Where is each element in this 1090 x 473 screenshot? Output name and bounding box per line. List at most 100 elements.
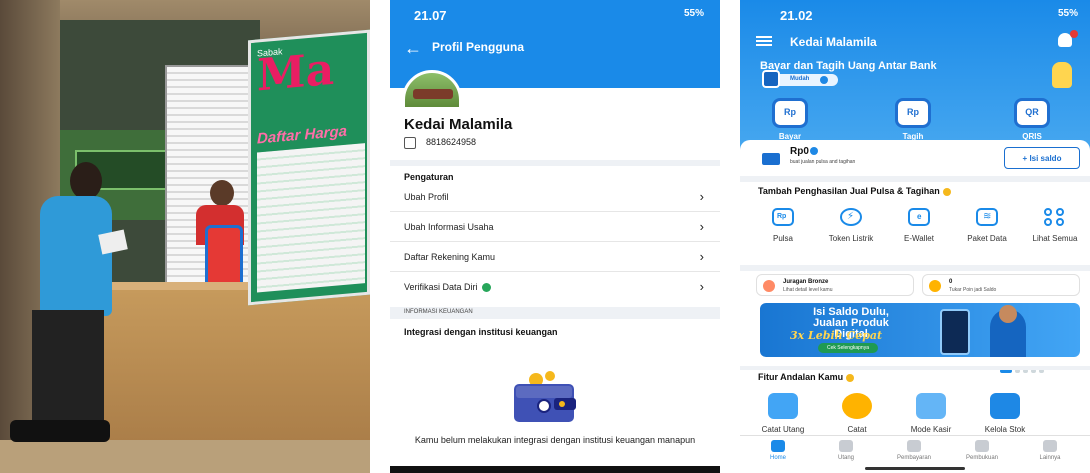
home-header: 21.02 55% Kedai Malamila Bayar dan Tagih… [740,0,1090,160]
icon-text: Rp [907,107,919,117]
wifi-icon: ≋ [976,208,998,226]
level-title: Juragan Bronze [783,279,829,285]
nav-utang[interactable]: Utang [816,440,876,461]
level-card[interactable]: Juragan Bronze Lihat detail level kamu [756,274,914,296]
profile-screen: 21.07 55% ← Profil Pengguna Kedai Malami… [390,0,720,473]
feature-label: Catat [847,425,867,434]
bookkeeping-icon [975,440,989,452]
menu-ubah-profil[interactable]: Ubah Profil › [390,184,720,212]
icon-glyph: ≋ [983,211,992,222]
wallet-icon [514,371,576,422]
services-header-text: Tambah Penghasilan Jual Pulsa & Tagihan [758,186,940,196]
menu-ubah-informasi-usaha[interactable]: Ubah Informasi Usaha › [390,214,720,242]
seller-head [210,180,234,206]
icon-glyph: Rp [777,213,787,220]
coin-icon [929,280,941,292]
payment-icon [907,440,921,452]
feature-catat-utang[interactable]: Catat Utang [752,393,814,434]
card-icon [762,153,780,165]
service-e-wallet[interactable]: e E-Wallet [888,208,950,244]
menu-daftar-rekening[interactable]: Daftar Rekening Kamu › [390,244,720,272]
icon-glyph: e [917,212,922,221]
icon-glyph: ⚡ [847,211,855,222]
store-name: Kedai Malamila [404,116,513,133]
nav-home[interactable]: Home [748,440,808,461]
battery-status: 55% [1057,8,1078,19]
level-subtitle: Lihat detail level kamu [783,287,833,293]
menu-label: Ubah Informasi Usaha [404,222,494,232]
more-icon [1043,440,1057,452]
menu-label: Daftar Rekening Kamu [404,252,496,262]
system-bar [390,466,720,473]
banner-logo: Ma [257,43,335,102]
status-time: 21.07 [414,8,447,23]
divider [740,265,1090,271]
stock-icon [990,393,1020,419]
nav-label: Pembayaran [896,455,932,461]
qr-code-icon: QR [1014,98,1050,128]
icon-text: Rp [784,107,796,117]
icon-text: QR [1025,107,1039,117]
feature-mode-kasir[interactable]: Mode Kasir [900,393,962,434]
back-arrow-icon[interactable]: ← [404,38,422,59]
feature-label: Catat Utang [761,425,805,434]
service-token-listrik[interactable]: ⚡ Token Listrik [820,208,882,244]
menu-icon[interactable] [756,36,772,46]
topup-button[interactable]: + Isi saldo [1004,147,1080,169]
cashier-icon [916,393,946,419]
settings-header: Pengaturan [404,172,454,182]
menu-label: Ubah Profil [404,192,449,202]
coin-icon [842,393,872,419]
menu-verifikasi-data[interactable]: Verifikasi Data Diri › [390,274,720,302]
service-label: Token Listrik [828,234,874,243]
services-header: Tambah Penghasilan Jual Pulsa & Tagihan [758,186,951,196]
chevron-right-icon: › [699,189,704,204]
points-card[interactable]: 0 Tukar Poin jadi Saldo [922,274,1080,296]
verified-check-icon [481,283,491,293]
action-qris[interactable]: QR QRIS [1002,98,1062,141]
divider [740,366,1090,370]
feature-catat[interactable]: Catat [826,393,888,434]
phone-illustration [940,309,970,355]
rp-request-icon: Rp [895,98,931,128]
integration-title: Integrasi dengan institusi keuangan [404,327,558,337]
balance-subtitle: buat jualan pulsa and tagihan [790,159,856,165]
home-screen: 21.02 55% Kedai Malamila Bayar dan Tagih… [740,0,1090,473]
features-header: Fitur Andalan Kamu [758,372,855,382]
grid-icon [1044,208,1066,226]
features-header-text: Fitur Andalan Kamu [758,372,844,382]
phone-number: 8818624958 [426,137,477,147]
service-pulsa[interactable]: Rp Pulsa [752,208,814,244]
info-icon[interactable] [810,147,818,155]
points-value: 0 [949,279,953,285]
balance-value: Rp0 [790,146,809,157]
nav-label: Lainnya [1039,455,1061,461]
service-lihat-semua[interactable]: Lihat Semua [1024,208,1086,244]
nav-pembukuan[interactable]: Pembukuan [952,440,1012,461]
phone-icon [404,137,416,149]
feature-kelola-stok[interactable]: Kelola Stok [974,393,1036,434]
promo-banner[interactable]: Isi Saldo Dulu, Jualan Produk Digital 3x … [760,303,1080,357]
screenshot-collage: Sabak Ma Daftar Harga 21.07 55% ← Profil… [0,0,1090,473]
nav-pembayaran[interactable]: Pembayaran [884,440,944,461]
chevron-right-icon: › [699,219,704,234]
chevron-right-icon: › [699,249,704,264]
nav-label: Utang [837,455,854,461]
floor [0,440,370,473]
nav-lainnya[interactable]: Lainnya [1020,440,1080,461]
menu-banner: Sabak Ma Daftar Harga [248,29,370,306]
service-paket-data[interactable]: ≋ Paket Data [956,208,1018,244]
banner-cta[interactable]: Cek Selengkapnya [818,343,878,353]
promo-title: Bayar dan Tagih Uang Antar Bank [760,60,937,72]
bottom-nav: Home Utang Pembayaran Pembukuan Lainnya [740,435,1090,467]
feature-label: Kelola Stok [984,425,1026,434]
action-tagih[interactable]: Rp Tagih [883,98,943,141]
service-label: Pulsa [772,234,793,243]
banner-price-list [257,143,365,293]
notification-badge [1070,30,1078,38]
action-bayar[interactable]: Rp Bayar [760,98,820,141]
home-indicator [865,467,965,470]
page-title: Profil Pengguna [432,40,525,54]
info-icon[interactable] [820,76,828,84]
notebook-icon [768,393,798,419]
